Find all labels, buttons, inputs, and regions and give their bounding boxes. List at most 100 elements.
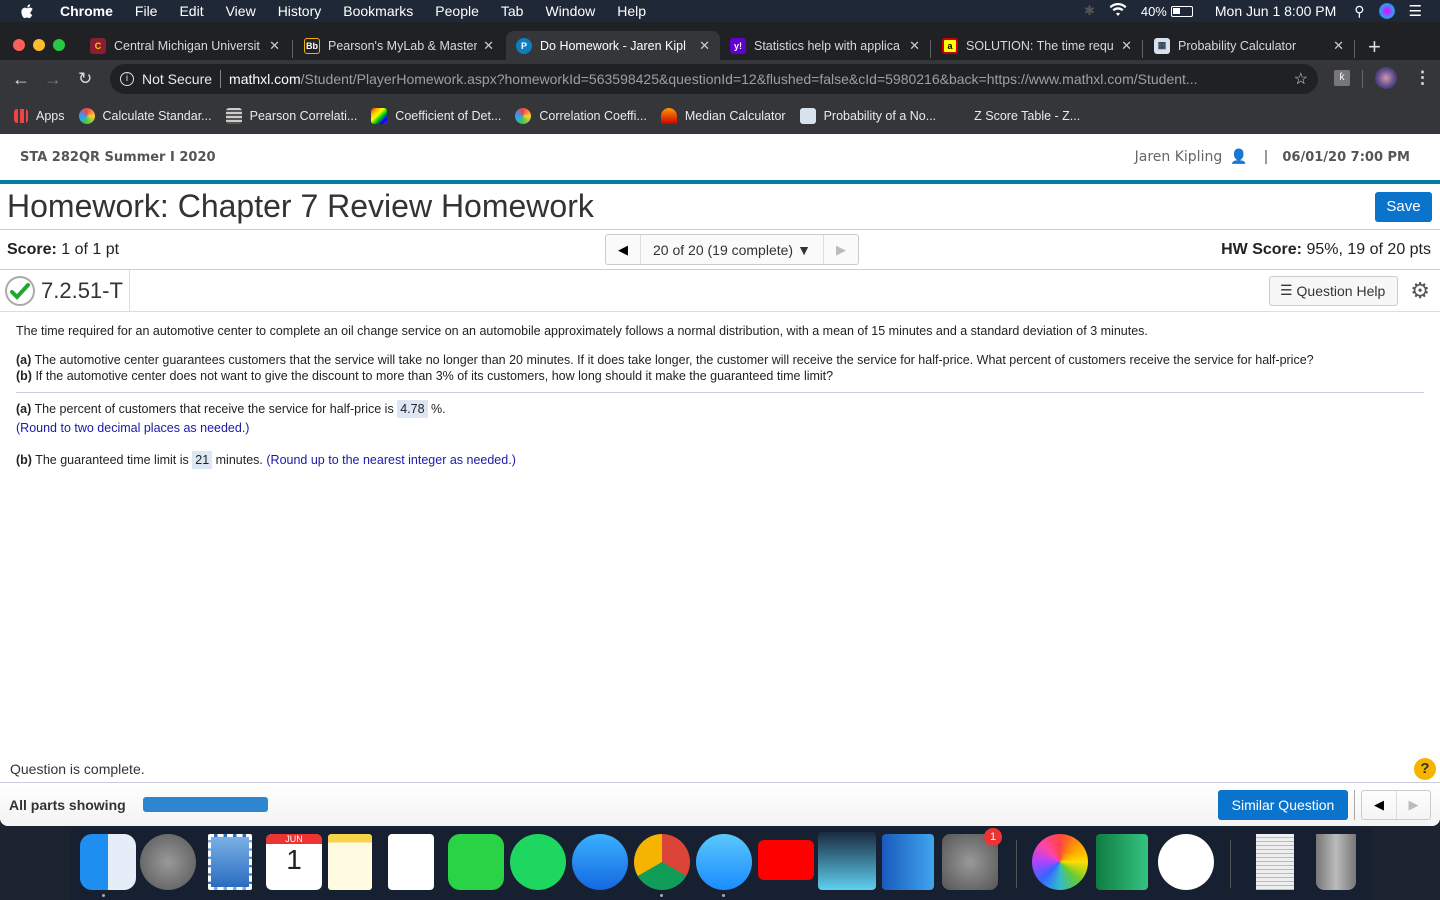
bookmark-star-icon[interactable]: ☆ (1294, 69, 1308, 89)
battery-icon[interactable] (1170, 5, 1193, 17)
tab-solution[interactable]: a SOLUTION: The time requ ✕ (932, 31, 1142, 60)
dock-excel[interactable] (1096, 834, 1148, 890)
profile-avatar[interactable] (1375, 67, 1397, 89)
siri-icon[interactable] (1378, 3, 1395, 19)
wifi-icon[interactable] (1109, 2, 1127, 20)
question-content: The time required for an automotive cent… (0, 312, 1440, 479)
next-button[interactable]: ▶ (1396, 790, 1430, 819)
maximize-window-button[interactable] (53, 39, 65, 51)
dock-launchpad[interactable] (140, 834, 196, 890)
notification-center-icon[interactable]: ☰ (1409, 2, 1422, 20)
answer-b-field[interactable]: 21 (192, 451, 213, 469)
dock-itunes[interactable] (1158, 834, 1214, 890)
menu-help[interactable]: Help (617, 3, 646, 19)
close-tab-icon[interactable]: ✕ (1121, 38, 1132, 54)
menu-window[interactable]: Window (545, 3, 595, 19)
minimize-window-button[interactable] (33, 39, 45, 51)
help-question-icon[interactable]: ? (1414, 757, 1436, 780)
menu-view[interactable]: View (226, 3, 256, 19)
extension-icon[interactable]: ƙ (1334, 70, 1350, 86)
previous-question-button[interactable]: ◀ (606, 235, 640, 264)
bookmark-calculate-standard[interactable]: Calculate Standar... (78, 108, 212, 124)
settings-gear-icon[interactable]: ⚙ (1410, 278, 1430, 304)
chrome-menu-icon[interactable]: ⋮ (1414, 68, 1431, 88)
save-button[interactable]: Save (1375, 191, 1432, 222)
bookmark-coefficient-determination[interactable]: Coefficient of Det... (371, 108, 501, 124)
info-icon[interactable]: i (120, 72, 134, 86)
spotlight-search-icon[interactable]: ⚲ (1354, 3, 1364, 20)
tab-statistics-help[interactable]: y! Statistics help with applica ✕ (720, 31, 930, 60)
menu-edit[interactable]: Edit (179, 3, 203, 19)
dock-youtube[interactable] (758, 840, 814, 880)
close-tab-icon[interactable]: ✕ (909, 38, 920, 54)
back-button[interactable]: ← (12, 69, 30, 90)
question-score: Score: 1 of 1 pt (7, 240, 120, 258)
score-bar: Score: 1 of 1 pt ◀ 20 of 20 (19 complete… (0, 230, 1440, 270)
bookmarks-bar: Apps Calculate Standar... Pearson Correl… (0, 98, 1440, 134)
bookmark-apps[interactable]: Apps (14, 109, 65, 123)
answer-a-field[interactable]: 4.78 (397, 400, 428, 418)
previous-button[interactable]: ◀ (1362, 791, 1396, 819)
close-window-button[interactable] (13, 39, 25, 51)
tab-central-michigan[interactable]: C Central Michigan Universit ✕ (80, 31, 290, 60)
calculator-icon: ▦ (1154, 37, 1170, 54)
dock-mail[interactable] (208, 834, 252, 890)
browser-toolbar: ← → ↻ i Not Secure mathxl.com /Student/P… (0, 60, 1440, 98)
question-status: Question is complete. (10, 760, 145, 777)
question-selector-dropdown[interactable]: 20 of 20 (19 complete) ▼ (640, 235, 824, 264)
tab-pearson-mylab[interactable]: Bb Pearson's MyLab & Master ✕ (294, 31, 504, 60)
address-bar[interactable]: i Not Secure mathxl.com /Student/PlayerH… (110, 64, 1318, 94)
dock-kindle[interactable] (818, 832, 876, 890)
title-bar: Homework: Chapter 7 Review Homework Save (0, 184, 1440, 230)
similar-question-button[interactable]: Similar Question (1218, 789, 1348, 820)
dock-photos[interactable] (1032, 834, 1088, 890)
user-name[interactable]: Jaren Kipling (1135, 149, 1223, 165)
close-tab-icon[interactable]: ✕ (483, 38, 494, 54)
calculator-icon (515, 108, 532, 124)
menu-people[interactable]: People (435, 3, 479, 19)
dock-reminders[interactable] (388, 834, 434, 890)
close-tab-icon[interactable]: ✕ (1333, 38, 1344, 54)
dock-xls-document[interactable] (1256, 834, 1294, 890)
menu-bookmarks[interactable]: Bookmarks (343, 3, 413, 19)
tab-do-homework[interactable]: P Do Homework - Jaren Kipl ✕ (506, 31, 720, 60)
apple-icon[interactable] (20, 3, 34, 19)
bookmark-median-calculator[interactable]: Median Calculator (660, 108, 786, 124)
dock-trash[interactable] (1316, 834, 1356, 890)
bookmark-z-score-table[interactable]: Z Score Table - Z... (950, 108, 1080, 124)
close-tab-icon[interactable]: ✕ (699, 38, 710, 54)
dock-spotify[interactable] (510, 834, 566, 890)
browser-window: C Central Michigan Universit ✕ Bb Pearso… (0, 22, 1440, 134)
dock-word[interactable] (882, 834, 934, 890)
question-help-button[interactable]: ☰ Question Help (1268, 275, 1399, 306)
pearson-icon: P (516, 37, 532, 54)
tab-probability-calculator[interactable]: ▦ Probability Calculator ✕ (1144, 31, 1354, 60)
parts-progress-bar (142, 797, 268, 812)
reload-button[interactable]: ↻ (78, 69, 92, 89)
dock-system-preferences[interactable]: 1 (942, 828, 1002, 890)
dock-finder[interactable] (80, 834, 136, 890)
dock-notes[interactable] (328, 834, 372, 890)
dock-messages[interactable] (696, 834, 752, 890)
arch-icon (660, 108, 677, 124)
dock-chrome[interactable] (634, 834, 690, 890)
menu-file[interactable]: File (135, 3, 158, 19)
clock[interactable]: Mon Jun 1 8:00 PM (1215, 3, 1336, 19)
question-id: 7.2.51-T (41, 277, 123, 303)
security-status[interactable]: Not Secure (142, 71, 212, 87)
dock-app-store[interactable] (572, 834, 628, 890)
forward-button[interactable]: → (44, 69, 62, 90)
menu-history[interactable]: History (278, 3, 322, 19)
close-tab-icon[interactable]: ✕ (269, 38, 280, 54)
dock-facetime[interactable] (448, 834, 504, 890)
new-tab-button[interactable]: + (1368, 34, 1381, 60)
menu-app-chrome[interactable]: Chrome (60, 3, 113, 19)
menu-tab[interactable]: Tab (501, 3, 524, 19)
url-domain: mathxl.com (229, 71, 301, 87)
next-question-button[interactable]: ▶ (824, 235, 858, 264)
bookmark-correlation-coefficient[interactable]: Correlation Coeffi... (515, 108, 647, 124)
bookmark-probability-normal[interactable]: Probability of a No... (799, 108, 936, 124)
bluetooth-icon[interactable]: ✱ (1084, 3, 1095, 19)
dock-calendar[interactable]: JUN 1 (266, 834, 322, 890)
bookmark-pearson-correlation[interactable]: Pearson Correlati... (225, 108, 357, 124)
